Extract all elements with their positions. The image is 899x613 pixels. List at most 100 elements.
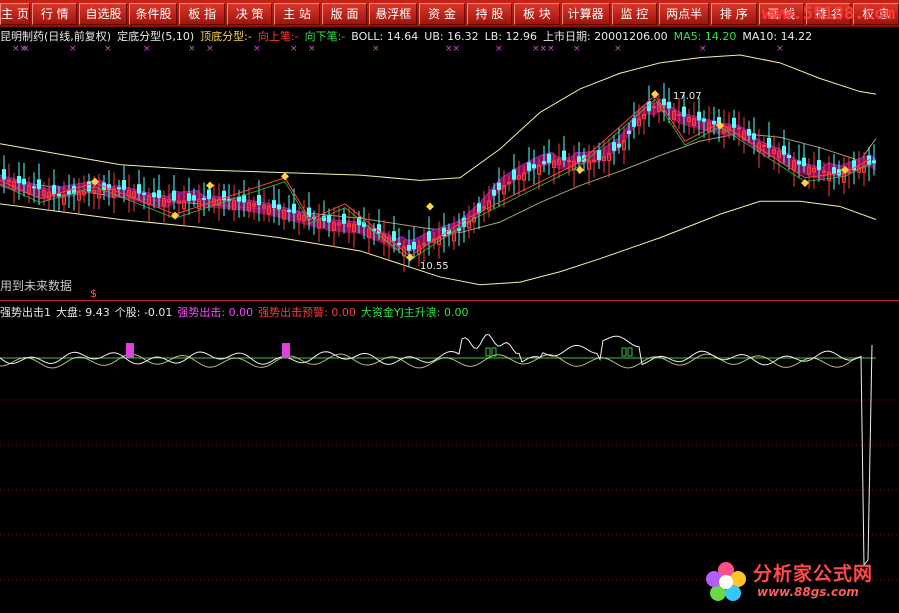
sub-indicator-name: 强势出击1	[0, 305, 51, 319]
candle-body	[482, 206, 486, 209]
candle-body	[342, 213, 346, 224]
candle-body	[172, 190, 176, 201]
ma-ribbon-edge	[0, 98, 877, 241]
candle-body	[682, 106, 686, 117]
x-mark: ×	[308, 44, 316, 54]
candle-body	[87, 181, 91, 192]
logo-title: 分析家公式网	[753, 563, 874, 585]
ma-ribbon-fill	[0, 99, 876, 253]
fractal-diamond-icon	[281, 172, 289, 181]
qsj-warn-label: 强势出击预警:	[258, 305, 328, 319]
candle-body	[627, 130, 631, 134]
fractal-diamond-icon	[651, 90, 659, 99]
candle-body	[532, 164, 536, 169]
candle-body	[512, 169, 516, 180]
signal-dollar-icon: $	[90, 287, 97, 300]
candle-body	[762, 144, 766, 147]
candle-body	[747, 128, 751, 136]
candle-body	[667, 101, 671, 109]
x-mark: ×	[495, 44, 503, 54]
candle-body	[597, 150, 601, 161]
strong-attack-bar	[126, 343, 134, 358]
x-mark: ×	[206, 44, 214, 54]
strong-attack-bar	[282, 343, 290, 358]
x-mark: ×××	[532, 44, 555, 54]
x-mark: ×	[69, 44, 77, 54]
dapan-value: 9.43	[85, 305, 110, 319]
dapan-label: 大盘:	[56, 305, 82, 319]
candle-body	[832, 167, 836, 175]
yj-marker	[627, 347, 633, 357]
candle-body	[412, 241, 416, 250]
candle-body	[272, 200, 276, 208]
candle-body	[287, 209, 291, 212]
candle-body	[652, 106, 656, 109]
sub-oscillator-line	[0, 334, 873, 567]
yj-marker	[485, 347, 491, 357]
candle-body	[292, 203, 296, 214]
logo-url: www.88gs.com	[757, 585, 859, 599]
x-mark: ×	[573, 44, 581, 54]
candle-body	[697, 111, 701, 121]
candle-body	[327, 214, 331, 223]
candle-body	[137, 184, 141, 194]
low-price-label: 10.55	[420, 261, 449, 272]
candle-body	[17, 175, 21, 184]
candle-body	[202, 197, 206, 200]
candle-body	[52, 185, 56, 195]
candle-body	[662, 98, 666, 106]
candle-body	[22, 178, 26, 185]
candle-body	[192, 195, 196, 201]
future-data-note: 用到未来数据	[0, 279, 73, 293]
candle-body	[612, 142, 616, 151]
candle-body	[872, 160, 876, 164]
qsj-value: 0.00	[228, 305, 254, 319]
candle-body	[152, 192, 156, 198]
candle-body	[2, 169, 6, 180]
gegu-value: -0.01	[143, 305, 173, 319]
candle-body	[427, 231, 431, 242]
candle-body	[142, 192, 146, 195]
candle-body	[577, 156, 581, 163]
candle-body	[802, 157, 806, 167]
x-mark: ××	[445, 44, 461, 54]
yj-value: 0.00	[444, 305, 469, 319]
candle-body	[787, 154, 791, 158]
candle-body	[817, 160, 821, 171]
fractal-diamond-icon	[426, 202, 434, 211]
boll-middle-band	[0, 132, 877, 234]
x-mark: ×	[188, 44, 196, 54]
x-mark: ×	[143, 44, 151, 54]
candle-body	[57, 193, 61, 197]
candle-body	[32, 186, 36, 189]
flower-logo-icon	[706, 562, 746, 601]
candle-body	[117, 187, 121, 190]
gegu-label: 个股:	[114, 305, 141, 319]
candle-body	[752, 133, 756, 140]
candle-body	[207, 189, 211, 200]
candle-body	[837, 169, 841, 176]
qsj-label: 强势出击:	[177, 305, 226, 319]
x-mark: ×	[290, 44, 298, 54]
x-mark: ×	[699, 44, 707, 54]
x-mark: ×	[776, 44, 784, 54]
candle-body	[492, 189, 496, 196]
candle-body	[242, 194, 246, 203]
pane-divider[interactable]	[0, 300, 899, 301]
candle-body	[542, 161, 546, 165]
x-mark: ×	[372, 44, 380, 54]
x-mark: ×	[614, 44, 622, 54]
candle-body	[567, 160, 571, 163]
candle-body	[712, 120, 716, 125]
candle-body	[37, 179, 41, 190]
candle-body	[782, 145, 786, 155]
boll-upper-band	[0, 54, 877, 181]
candle-body	[527, 162, 531, 171]
candle-body	[677, 113, 681, 116]
candle-body	[407, 245, 411, 251]
site-logo[interactable]: 分析家公式网 www.88gs.com	[701, 555, 891, 607]
candle-body	[797, 160, 801, 165]
sub-chart-header: 强势出击1 大盘: 9.43 个股: -0.01 强势出击: 0.00 强势出击…	[0, 304, 469, 319]
candle-body	[702, 118, 706, 122]
candle-body	[847, 171, 851, 174]
